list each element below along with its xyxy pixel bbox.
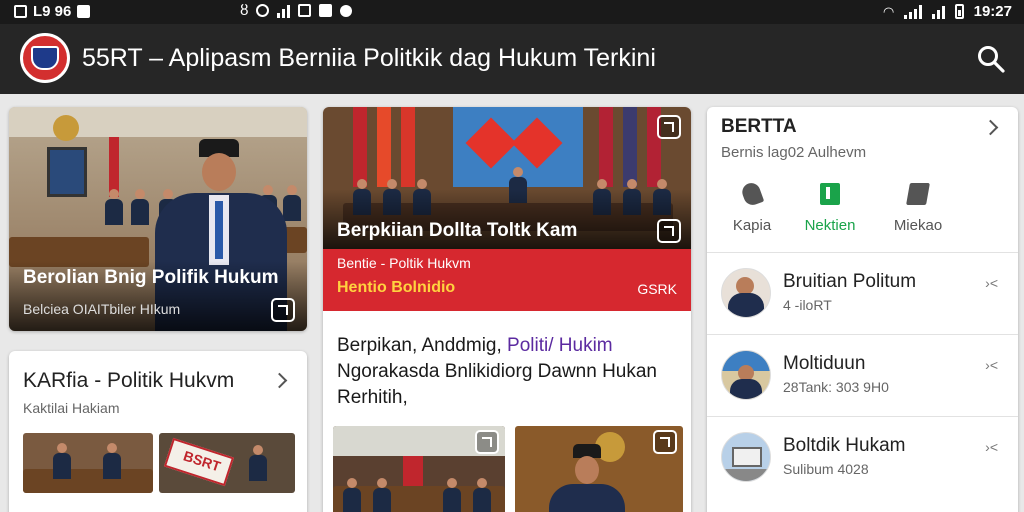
app-bar: 55RT – Aplipasm Berniia Politkik dag Huk… — [0, 24, 1024, 94]
chevron-right-icon[interactable] — [271, 372, 288, 389]
feature-center-band-tag-right: GSRK — [637, 281, 677, 297]
wifi-icon: ◠ — [883, 3, 894, 19]
signal-icon — [277, 4, 291, 18]
feature-center-band-sub: Bentie - Poltik Hukvm — [337, 255, 471, 271]
list-item-sub: 28Tank: 303 9H0 — [783, 379, 889, 395]
cell-signal-2-icon — [931, 5, 945, 19]
open-external-icon[interactable] — [653, 430, 677, 454]
category-thumb-2[interactable]: BSRT — [159, 433, 295, 493]
bluetooth-icon: ȣ — [240, 2, 249, 19]
avatar — [721, 268, 771, 318]
search-icon[interactable] — [976, 44, 1006, 74]
open-external-icon[interactable] — [475, 430, 499, 454]
tab-miekao[interactable]: Miekao — [883, 183, 953, 243]
location-icon — [340, 4, 353, 17]
feature-center-thumb-1[interactable] — [333, 426, 505, 512]
avatar — [721, 350, 771, 400]
feature-card-center[interactable]: Berpkiian Dollta Toltk Kam Bentie - Polt… — [323, 107, 691, 512]
open-external-icon[interactable] — [657, 219, 681, 243]
headline-link[interactable]: Politi/ Hukim — [507, 335, 613, 356]
screenshot-icon — [319, 4, 333, 17]
category-card[interactable]: KARfia - Politik Hukvm Kaktilai Hakiam B… — [9, 351, 307, 512]
headline-line-2: Ngorakasda Bnlikidiorg Dawnn Hukan — [337, 361, 658, 382]
tab-label: Miekao — [893, 217, 943, 234]
notification-icon — [14, 5, 27, 18]
headline-line-1: Berpikan, Anddmig, — [337, 335, 502, 356]
side-panel-title: BERTTA — [721, 116, 797, 137]
tab-label: Nektien — [804, 217, 856, 234]
flag-icon — [820, 183, 840, 205]
avatar — [721, 432, 771, 482]
nfc-icon — [298, 4, 312, 17]
feature-center-overlay-title: Berpkiian Dollta Toltk Kam — [337, 220, 578, 241]
cell-signal-icon — [903, 4, 922, 19]
feature-left-caption: Berolian Bnig Polifik Hukum — [23, 267, 279, 288]
feature-left-source: Belciea OIAITbiler HIkum — [23, 301, 181, 317]
category-title: KARfia - Politik Hukvm — [23, 369, 235, 392]
app-logo[interactable] — [20, 33, 70, 83]
feature-center-thumb-2[interactable] — [515, 426, 683, 512]
tab-label: Kapia — [732, 217, 772, 234]
open-external-icon[interactable] — [657, 115, 681, 139]
share-icon[interactable]: ›< — [985, 357, 998, 373]
chevron-right-icon[interactable] — [982, 119, 999, 136]
tag-icon — [739, 180, 765, 208]
open-external-icon[interactable] — [271, 298, 295, 322]
bookmark-icon — [906, 183, 930, 205]
feature-center-band: Bentie - Poltik Hukvm Hentio Bolnidio GS… — [323, 249, 691, 311]
status-left-text: L9 96 — [33, 3, 72, 20]
list-item-sub: 4 -iloRT — [783, 297, 832, 313]
feature-left-image — [9, 107, 307, 331]
list-item[interactable]: Boltdik Hukam Sulibum 4028 ›< — [707, 416, 1018, 498]
share-icon[interactable]: ›< — [985, 439, 998, 455]
list-item-title: Bruitian Politum — [783, 271, 917, 292]
list-item[interactable]: Bruitian Politum 4 -iloRT ›< — [707, 252, 1018, 334]
list-item-title: Moltiduun — [783, 353, 866, 374]
feature-card-left[interactable]: Berolian Bnig Polifik Hukum Belciea OIAI… — [9, 107, 307, 331]
category-subtitle: Kaktilai Hakiam — [23, 400, 120, 416]
category-thumb-1[interactable] — [23, 433, 153, 493]
battery-icon — [954, 4, 964, 19]
sync-icon — [256, 4, 270, 17]
side-panel: BERTTA Bernis lag02 Aulhevm Kapia Nektie… — [707, 107, 1018, 512]
share-icon[interactable]: ›< — [985, 275, 998, 291]
clock: 19:27 — [973, 3, 1012, 20]
feature-center-headline[interactable]: Berpikan, Anddmig, Politi/ Hukim Ngoraka… — [337, 333, 687, 411]
tab-nektien[interactable]: Nektien — [795, 183, 865, 243]
tab-kapia[interactable]: Kapia — [717, 180, 787, 243]
app-title: 55RT – Aplipasm Berniia Politkik dag Huk… — [82, 44, 656, 72]
side-panel-subtitle: Bernis lag02 Aulhevm — [721, 144, 867, 161]
list-item-sub: Sulibum 4028 — [783, 461, 869, 477]
status-bar: L9 96 ȣ ◠ 19:27 — [0, 0, 1024, 24]
list-item-title: Boltdik Hukam — [783, 435, 906, 456]
headline-line-3: Rerhitih, — [337, 387, 408, 408]
feature-center-band-tag: Hentio Bolnidio — [337, 279, 456, 296]
message-icon — [77, 5, 91, 18]
list-item[interactable]: Moltiduun 28Tank: 303 9H0 ›< — [707, 334, 1018, 416]
